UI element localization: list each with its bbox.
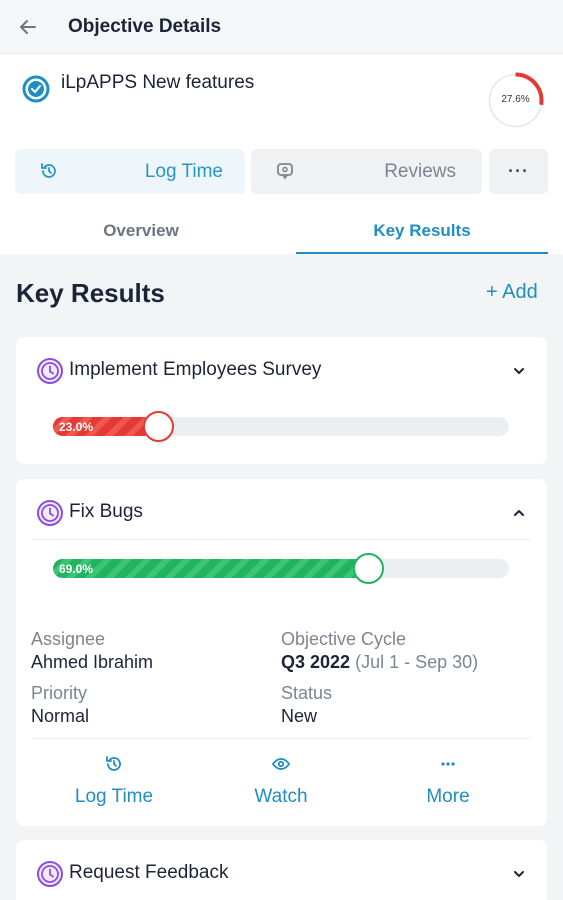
reviews-button[interactable]: Reviews [251, 149, 482, 194]
status-label: Status [281, 683, 333, 703]
divider [32, 539, 531, 540]
progress-fill [53, 559, 368, 578]
key-result-title: Fix Bugs [69, 501, 143, 522]
key-result-progress-bar: 23.0% [53, 411, 509, 442]
page-title: Objective Details [68, 16, 222, 37]
progress-slider-handle[interactable] [352, 553, 384, 584]
objective-progress-label: 27.6% [501, 94, 530, 105]
chevron-down-icon[interactable] [509, 361, 529, 381]
cycle-quarter: Q3 2022 [281, 652, 351, 672]
reviews-label: Reviews [384, 160, 456, 182]
key-result-clock-icon [37, 358, 63, 384]
key-result-title: Implement Employees Survey [69, 359, 322, 380]
progress-label: 69.0% [59, 562, 94, 576]
priority-label: Priority [31, 683, 88, 703]
cycle-date-range: (Jul 1 - Sep 30) [355, 652, 479, 672]
objective-cycle-label: Objective Cycle [281, 629, 407, 649]
key-result-card: Request Feedback [16, 840, 547, 900]
objective-title: iLpAPPS New features [61, 72, 255, 93]
card-more-button[interactable]: More [388, 754, 508, 808]
chevron-up-icon[interactable] [509, 503, 529, 523]
eye-icon [272, 758, 290, 770]
priority-value: Normal [31, 706, 90, 726]
key-result-clock-icon [37, 500, 63, 526]
divider [32, 738, 531, 739]
tab-key-results[interactable]: Key Results [296, 206, 548, 254]
key-result-card: Implement Employees Survey 23.0% [16, 337, 547, 464]
key-result-card-expanded: Fix Bugs 69.0% Assignee Ahmed Ibrahim Ob… [16, 479, 547, 826]
key-result-clock-icon [37, 861, 63, 887]
log-time-button[interactable]: Log Time [15, 149, 245, 194]
card-more-label: More [426, 786, 470, 807]
card-log-time-label: Log Time [74, 786, 154, 807]
objective-check-icon [22, 75, 50, 103]
more-options-button[interactable]: ··· [489, 149, 548, 194]
top-bar: Objective Details [0, 0, 563, 54]
status-value: New [281, 706, 318, 726]
key-result-title: Request Feedback [69, 862, 229, 883]
key-results-heading: Key Results [16, 278, 165, 308]
more-dots-icon: ··· [508, 161, 529, 181]
progress-slider-handle[interactable] [142, 411, 174, 442]
key-result-progress-bar: 69.0% [53, 553, 509, 584]
chevron-down-icon[interactable] [509, 864, 529, 884]
log-time-label: Log Time [144, 160, 223, 182]
assignee-value: Ahmed Ibrahim [31, 652, 154, 672]
card-log-time-button[interactable]: Log Time [54, 754, 174, 808]
more-dots-icon [441, 762, 455, 766]
add-key-result-button[interactable]: + Add [486, 281, 538, 304]
assignee-label: Assignee [31, 629, 106, 649]
watch-button[interactable]: Watch [221, 754, 341, 808]
history-clock-icon [106, 756, 121, 771]
progress-label: 23.0% [59, 420, 94, 434]
tab-overview[interactable]: Overview [0, 206, 282, 254]
tab-bar: Overview Key Results [0, 206, 563, 254]
watch-label: Watch [254, 786, 308, 807]
objective-cycle-value: Q3 2022 (Jul 1 - Sep 30) [281, 652, 478, 673]
back-arrow-icon[interactable] [14, 13, 42, 41]
